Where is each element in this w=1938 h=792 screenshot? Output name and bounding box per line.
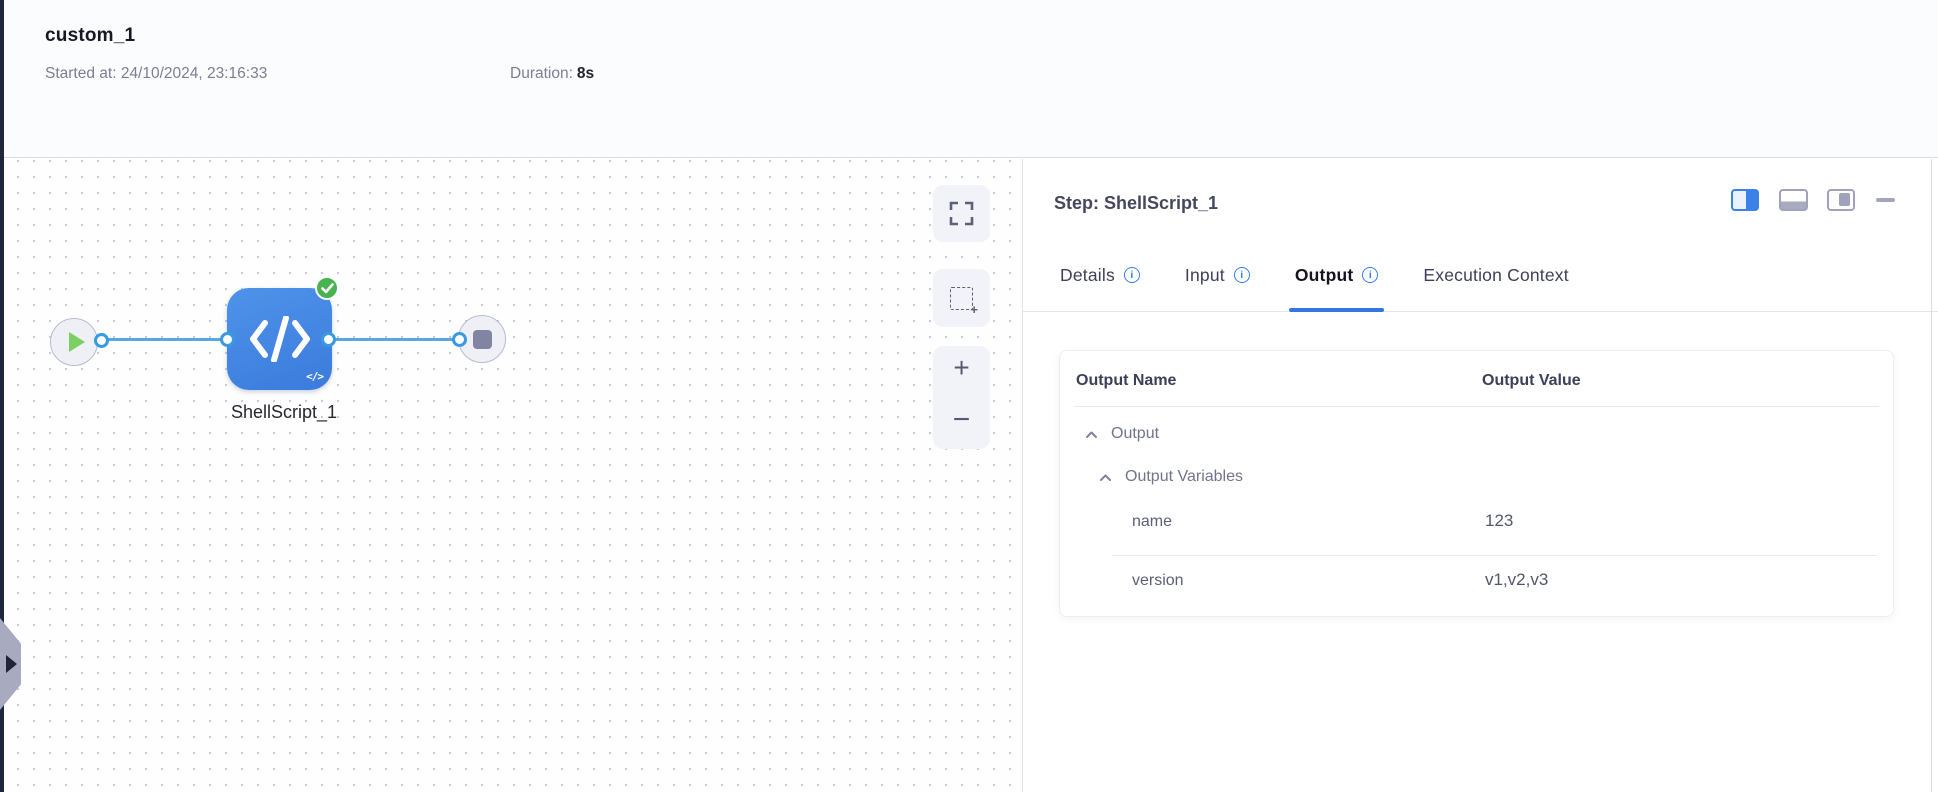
fullscreen-button[interactable] <box>933 185 990 242</box>
code-mini-icon: </> <box>306 370 324 383</box>
stop-icon <box>472 329 492 349</box>
marquee-select-icon: + <box>950 286 978 317</box>
minimize-panel-icon[interactable] <box>1876 198 1895 202</box>
output-value-cell: 123 <box>1485 511 1514 530</box>
tab-execution-context[interactable]: Execution Context <box>1423 239 1568 311</box>
port-end-in <box>452 332 467 347</box>
tab-output[interactable]: Output i <box>1288 239 1384 312</box>
start-node[interactable] <box>50 318 98 366</box>
execution-header: custom_1 Started at: 24/10/2024, 23:16:3… <box>0 0 1938 158</box>
zoom-controls: + − <box>933 346 990 449</box>
port-step-in <box>220 332 235 347</box>
info-icon[interactable]: i <box>1362 267 1379 283</box>
step-node-label: ShellScript_1 <box>230 402 338 422</box>
layout-split-right-icon[interactable] <box>1731 189 1759 211</box>
fullscreen-icon <box>949 201 974 226</box>
output-value-cell: v1,v2,v3 <box>1485 570 1549 589</box>
output-name-cell: name <box>1132 513 1173 530</box>
step-tabs: Details i Input i Output i Execution Con… <box>1023 239 1938 312</box>
duration-label: Duration: <box>510 65 573 82</box>
layout-bottom-icon[interactable] <box>1779 189 1808 211</box>
chevron-up-icon[interactable] <box>1085 430 1098 439</box>
column-header-output-value: Output Value <box>1482 372 1581 389</box>
port-start-out <box>94 333 109 348</box>
chevron-right-icon <box>6 655 17 673</box>
output-table-card: Output Name Output Value Output Output V… <box>1059 350 1894 617</box>
duration-value: 8s <box>576 65 595 82</box>
duration-text: Duration: 8s <box>510 65 594 83</box>
column-header-output-name: Output Name <box>1076 372 1177 389</box>
zoom-in-button[interactable]: + <box>953 354 969 382</box>
scrollbar-track[interactable] <box>1931 159 1932 792</box>
page-title: custom_1 <box>45 25 136 46</box>
tab-input[interactable]: Input i <box>1185 239 1250 311</box>
panel-title: Step: ShellScript_1 <box>1054 193 1219 213</box>
pipeline-canvas[interactable]: </> ShellScript_1 + + − <box>4 159 1022 792</box>
edge-step-to-end <box>328 338 460 341</box>
info-icon[interactable]: i <box>1123 267 1140 283</box>
code-icon <box>249 316 310 362</box>
header-divider <box>1074 406 1879 407</box>
shellscript-step-node[interactable]: </> <box>227 288 332 390</box>
chevron-up-icon[interactable] <box>1099 473 1112 482</box>
tab-details[interactable]: Details i <box>1060 239 1140 311</box>
success-check-icon <box>315 276 339 300</box>
row-divider <box>1112 555 1877 556</box>
table-row-group-output[interactable]: Output <box>1085 424 1159 444</box>
pipeline-execution-view: custom_1 Started at: 24/10/2024, 23:16:3… <box>0 0 1938 792</box>
started-at-text: Started at: 24/10/2024, 23:16:33 <box>45 65 268 82</box>
step-details-panel: Step: ShellScript_1 Details i Input i Ou… <box>1022 159 1938 792</box>
edge-start-to-step <box>101 338 228 341</box>
info-icon[interactable]: i <box>1233 267 1250 283</box>
output-name-cell: version <box>1132 572 1184 589</box>
table-row-group-output-variables[interactable]: Output Variables <box>1099 467 1243 487</box>
marquee-select-button[interactable]: + <box>933 269 990 327</box>
layout-floating-icon[interactable] <box>1827 189 1855 211</box>
port-step-out <box>321 332 336 347</box>
play-icon <box>68 332 85 352</box>
zoom-out-button[interactable]: − <box>953 405 971 435</box>
